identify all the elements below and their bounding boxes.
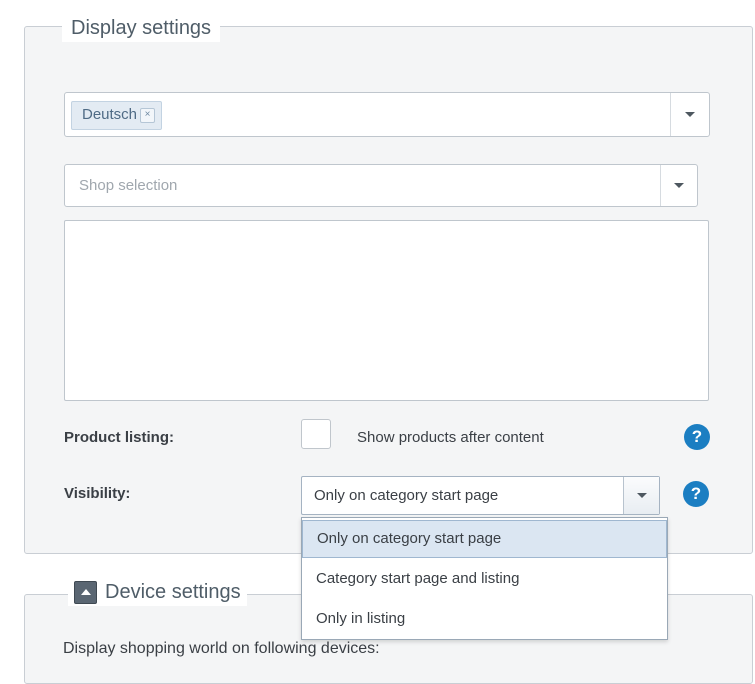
chevron-down-icon <box>636 493 647 498</box>
language-combo-trigger[interactable] <box>670 93 709 136</box>
display-settings-legend: Display settings <box>62 14 221 42</box>
device-settings-title: Device settings <box>105 581 241 603</box>
device-settings-legend: Device settings <box>68 578 247 606</box>
shop-selection-combo[interactable]: Shop selection <box>64 164 698 207</box>
shop-selection-placeholder: Shop selection <box>79 177 178 194</box>
visibility-dropdown: Only on category start page Category sta… <box>301 517 668 640</box>
language-combo[interactable]: Deutsch × <box>64 92 710 137</box>
show-products-label: Show products after content <box>357 429 544 446</box>
language-tag: Deutsch × <box>71 101 163 130</box>
chevron-down-icon <box>674 183 684 188</box>
visibility-trigger[interactable] <box>623 477 659 514</box>
devices-description: Display shopping world on following devi… <box>63 640 380 657</box>
language-tag-label: Deutsch <box>82 106 138 123</box>
visibility-label: Visibility: <box>64 485 131 502</box>
collapse-icon[interactable] <box>74 580 97 604</box>
help-icon[interactable]: ? <box>684 424 710 450</box>
visibility-option[interactable]: Only in listing <box>302 600 667 638</box>
visibility-option[interactable]: Category start page and listing <box>302 560 667 598</box>
visibility-option[interactable]: Only on category start page <box>302 520 667 558</box>
product-listing-label: Product listing: <box>64 429 174 446</box>
show-products-checkbox[interactable] <box>301 419 331 449</box>
help-icon[interactable]: ? <box>683 481 709 507</box>
remove-tag-icon[interactable]: × <box>140 108 156 123</box>
visibility-select[interactable]: Only on category start page <box>301 476 660 515</box>
shop-selection-trigger[interactable] <box>660 165 697 206</box>
visibility-value: Only on category start page <box>314 487 499 504</box>
shop-list[interactable] <box>64 220 709 401</box>
chevron-down-icon <box>685 112 695 117</box>
